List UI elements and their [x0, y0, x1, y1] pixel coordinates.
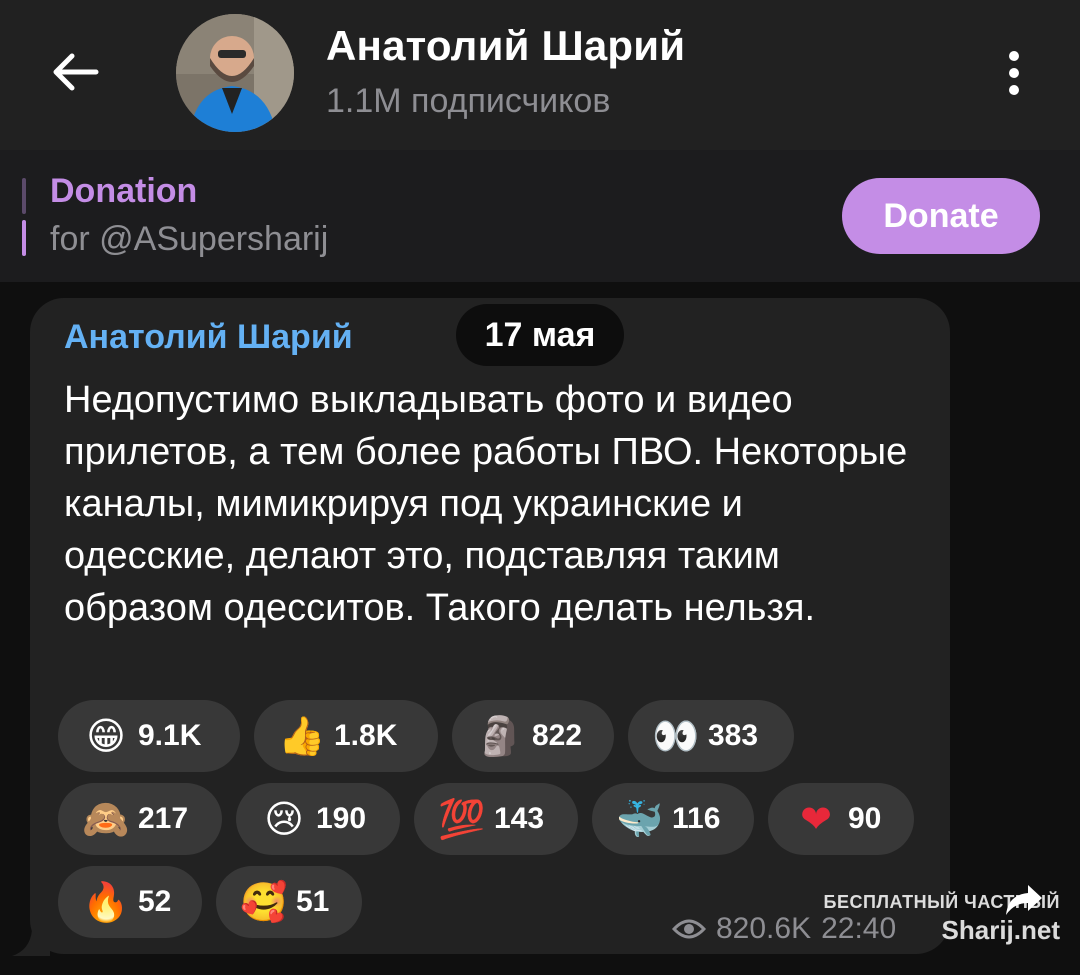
arrow-left-icon [53, 53, 99, 91]
see-no-evil-icon: 🙈 [82, 796, 130, 841]
reaction-chip[interactable]: 🔥 52 [58, 866, 202, 938]
reaction-count: 52 [138, 885, 172, 918]
channel-header: Анатолий Шарий 1.1M подписчиков [0, 0, 1080, 150]
channel-avatar[interactable] [176, 14, 294, 132]
reaction-count: 51 [296, 885, 330, 918]
pinned-title: Donation [50, 172, 198, 210]
reaction-count: 9.1K [138, 719, 202, 752]
reaction-chip[interactable]: 🥰 51 [216, 866, 362, 938]
heart-icon: ❤ [800, 797, 832, 841]
channel-title[interactable]: Анатолий Шарий [326, 22, 685, 70]
more-vertical-icon [1009, 51, 1019, 95]
reaction-chip[interactable]: 🙈 217 [58, 783, 222, 855]
grin-icon: 😁 [86, 714, 126, 758]
eyes-icon: 👀 [652, 713, 700, 758]
reaction-chip[interactable]: 🗿 822 [452, 700, 614, 772]
reaction-chip[interactable]: 😁 9.1K [58, 700, 240, 772]
watermark: БЕСПЛАТНЫЙ ЧАСТНЫЙ Sharij.net [790, 892, 1060, 946]
watermark-line2: Sharij.net [941, 915, 1060, 945]
reaction-chip[interactable]: 😢 190 [236, 783, 400, 855]
thumbs-up-icon: 👍 [278, 713, 326, 758]
pinned-message-bar[interactable]: Donation for @ASupersharij Donate [0, 150, 1080, 282]
fire-icon: 🔥 [82, 879, 130, 924]
message-author[interactable]: Анатолий Шарий [64, 318, 353, 357]
reaction-count: 1.8K [334, 719, 398, 752]
reaction-count: 217 [138, 802, 189, 835]
hundred-points-icon: 💯 [438, 796, 486, 841]
menu-button[interactable] [990, 40, 1038, 106]
reaction-chip[interactable]: 👀 383 [628, 700, 794, 772]
whale-icon: 🐳 [616, 796, 664, 841]
back-button[interactable] [40, 42, 110, 102]
eye-icon [672, 919, 706, 939]
reaction-count: 116 [672, 802, 721, 835]
pinned-indicator [22, 178, 27, 258]
reaction-count: 383 [708, 719, 759, 752]
smiling-hearts-icon: 🥰 [240, 879, 288, 924]
crying-face-icon: 😢 [264, 797, 304, 841]
pinned-text: for @ASupersharij [50, 220, 329, 258]
watermark-line1: БЕСПЛАТНЫЙ ЧАСТНЫЙ [823, 892, 1060, 912]
reaction-chip[interactable]: 👍 1.8K [254, 700, 438, 772]
reaction-count: 143 [494, 802, 545, 835]
date-separator: 17 мая [456, 304, 624, 366]
reaction-count: 90 [848, 802, 882, 835]
reaction-chip[interactable]: 💯 143 [414, 783, 578, 855]
subscriber-count: 1.1M подписчиков [326, 82, 611, 120]
reaction-chip[interactable]: ❤ 90 [768, 783, 914, 855]
bubble-tail [12, 930, 50, 956]
donate-button[interactable]: Donate [842, 178, 1040, 254]
reaction-chip[interactable]: 🐳 116 [592, 783, 754, 855]
reaction-count: 822 [532, 719, 583, 752]
moai-icon: 🗿 [476, 713, 524, 758]
message-text: Недопустимо выкладывать фото и видео при… [64, 379, 908, 629]
reaction-count: 190 [316, 802, 367, 835]
